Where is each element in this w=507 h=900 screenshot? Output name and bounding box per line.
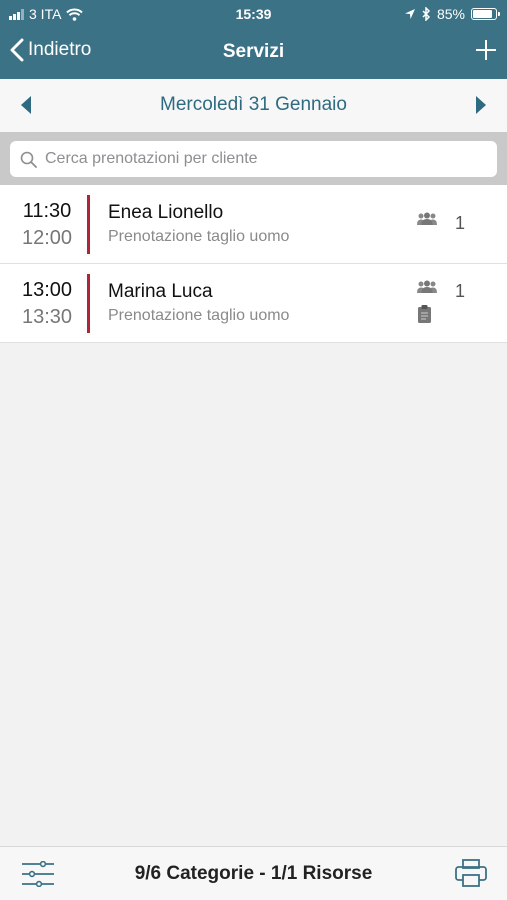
search-field[interactable] — [10, 141, 497, 177]
people-count: 1 — [455, 213, 466, 233]
chevron-left-icon — [10, 38, 24, 62]
battery-icon — [471, 8, 500, 20]
booking-start-time: 11:30 — [22, 200, 72, 222]
bluetooth-icon — [422, 7, 431, 21]
plus-icon[interactable] — [475, 39, 497, 61]
location-icon — [404, 9, 415, 19]
booking-start-time: 13:00 — [21, 279, 73, 301]
current-date: Mercoledì 31 Gennaio — [160, 94, 347, 115]
booking-row[interactable]: 13:00 13:30 Marina Luca Prenotazione tag… — [0, 264, 507, 343]
booking-description: Prenotazione taglio uomo — [108, 307, 290, 324]
booking-client-name: Enea Lionello — [108, 202, 224, 223]
filter-summary: 9/6 Categorie - 1/1 Risorse — [134, 863, 373, 884]
filter-sliders-icon[interactable] — [21, 861, 55, 887]
people-count: 1 — [455, 281, 466, 301]
top-bar: 3 ITA 15:39 85% Indietro Servizi — [0, 0, 507, 79]
booking-row[interactable]: 11:30 12:00 Enea Lionello Prenotazione t… — [0, 185, 507, 264]
booking-list: 11:30 12:00 Enea Lionello Prenotazione t… — [0, 185, 507, 343]
booking-client-name: Marina Luca — [108, 281, 213, 302]
search-bar — [0, 132, 507, 185]
people-icon — [417, 212, 437, 225]
bottom-toolbar: 9/6 Categorie - 1/1 Risorse — [0, 846, 507, 900]
next-day-arrow-icon[interactable] — [475, 95, 487, 115]
back-label: Indietro — [28, 39, 92, 60]
date-bar: Mercoledì 31 Gennaio — [0, 79, 507, 132]
back-button[interactable]: Indietro — [10, 38, 91, 62]
clipboard-note-icon — [418, 305, 431, 323]
search-icon — [20, 151, 37, 168]
people-icon — [417, 280, 437, 293]
navigation-bar: Indietro Servizi — [0, 28, 507, 79]
search-input[interactable] — [45, 150, 465, 168]
status-bar: 3 ITA 15:39 85% — [0, 0, 507, 28]
booking-end-time: 12:00 — [21, 227, 73, 249]
booking-end-time: 13:30 — [21, 306, 73, 328]
battery-percent: 85% — [436, 6, 465, 22]
booking-color-bar — [87, 195, 90, 254]
booking-color-bar — [87, 274, 90, 333]
booking-description: Prenotazione taglio uomo — [108, 228, 290, 245]
print-icon[interactable] — [455, 859, 487, 887]
